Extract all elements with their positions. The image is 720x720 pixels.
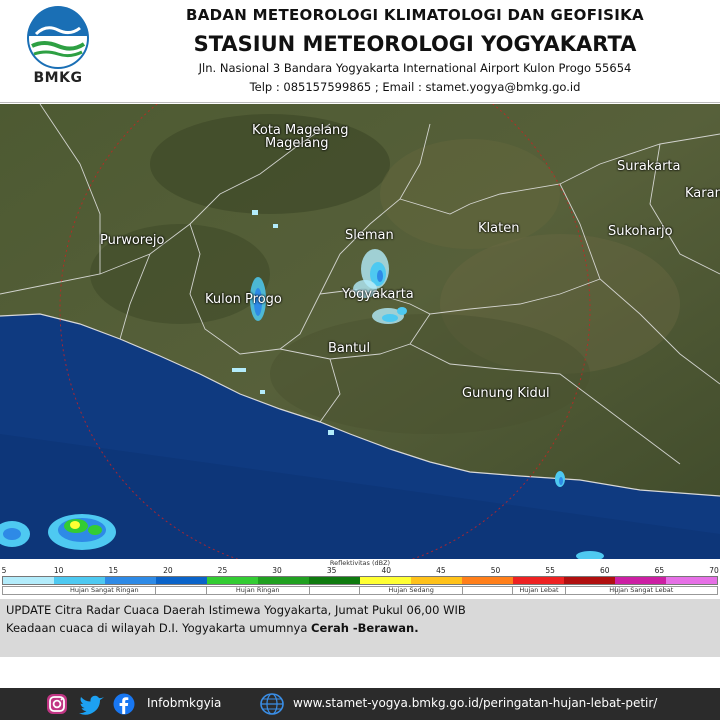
legend-tick-label: 35 — [326, 566, 337, 575]
place-label-kulon-progo: Kulon Progo — [205, 292, 282, 307]
weather-summary: Keadaan cuaca di wilayah D.I. Yogyakarta… — [6, 621, 419, 635]
weather-summary-text: Keadaan cuaca di wilayah D.I. Yogyakarta… — [6, 621, 312, 635]
legend-swatch — [309, 577, 360, 584]
legend-tick-label: 10 — [53, 566, 64, 575]
legend-swatch — [411, 577, 462, 584]
legend-tick-label: 15 — [108, 566, 118, 575]
satellite-basemap — [0, 104, 720, 559]
place-label-gunung-kidul: Gunung Kidul — [462, 386, 550, 401]
legend-swatch — [513, 577, 564, 584]
legend-swatch — [207, 577, 258, 584]
place-label-bantul: Bantul — [328, 341, 371, 356]
legend-tick-label: 25 — [217, 566, 228, 575]
bmkg-logo: BMKG — [22, 6, 94, 98]
footer: Infobmkgyia www.stamet-yogya.bmkg.go.id/… — [0, 688, 720, 720]
legend-tick-label: 50 — [490, 566, 501, 575]
legend-color-bar — [2, 576, 718, 585]
place-label-yogyakarta: Yogyakarta — [342, 287, 414, 302]
facebook-icon[interactable] — [113, 693, 135, 715]
social-handle[interactable]: Infobmkgyia — [147, 696, 221, 710]
legend-swatch — [615, 577, 666, 584]
legend-swatch — [105, 577, 156, 584]
update-title: UPDATE Citra Radar Cuaca Daerah Istimewa… — [6, 603, 466, 617]
header: BMKG BADAN METEOROLOGI KLIMATOLOGI DAN G… — [0, 0, 720, 103]
station-contact: Telp : 085157599865 ; Email : stamet.yog… — [249, 80, 581, 94]
website-link[interactable]: www.stamet-yogya.bmkg.go.id/peringatan-h… — [293, 696, 657, 710]
legend-categories: Hujan Sangat Ringan Hujan Ringan Hujan Sed… — [2, 586, 718, 596]
place-label-magelang: Magelang — [265, 136, 329, 151]
legend-tick-label: 65 — [654, 566, 665, 575]
place-label-sleman: Sleman — [345, 228, 394, 243]
legend-tick-label: 5 — [1, 566, 7, 575]
radar-map: Kota Magelang Magelang Surakarta Karanga… — [0, 104, 720, 559]
place-label-karanganyar: Karanganyar — [685, 186, 720, 201]
legend-tick-label: 20 — [163, 566, 173, 575]
info-box: UPDATE Citra Radar Cuaca Daerah Istimewa… — [0, 599, 720, 657]
instagram-icon[interactable] — [46, 693, 68, 715]
agency-name: BADAN METEOROLOGI KLIMATOLOGI DAN GEOFIS… — [186, 6, 644, 24]
legend-swatch — [258, 577, 309, 584]
twitter-icon[interactable] — [78, 693, 106, 715]
legend-swatch — [462, 577, 513, 584]
station-name: STASIUN METEOROLOGI YOGYAKARTA — [193, 32, 637, 56]
legend-swatch — [564, 577, 615, 584]
legend-tick-label: 30 — [272, 566, 282, 575]
place-label-surakarta: Surakarta — [617, 159, 681, 174]
legend-tick-label: 60 — [599, 566, 610, 575]
legend-swatch — [54, 577, 105, 584]
legend-category: Hujan Sangat Lebat — [564, 586, 718, 595]
legend-swatch — [156, 577, 207, 584]
legend-swatch — [360, 577, 411, 584]
place-label-sukoharjo: Sukoharjo — [608, 224, 673, 239]
globe-icon — [260, 693, 284, 715]
place-label-purworejo: Purworejo — [100, 233, 165, 248]
weather-condition: Cerah -Berawan. — [311, 621, 419, 635]
legend-tick-label: 70 — [709, 566, 719, 575]
reflectivity-legend: Reflektivitas (dBZ) 5 10 15 20 25 30 35 40 45 50 5… — [0, 559, 720, 599]
legend-swatch — [3, 577, 54, 584]
station-address: Jln. Nasional 3 Bandara Yogyakarta Inter… — [198, 61, 632, 75]
legend-tick-label: 40 — [381, 566, 392, 575]
logo-text: BMKG — [33, 70, 83, 86]
bmkg-logo-emblem-icon — [27, 6, 89, 69]
place-label-klaten: Klaten — [478, 221, 520, 236]
legend-ticks: 5 10 15 20 25 30 35 40 45 50 55 60 65 70 — [0, 566, 720, 576]
legend-swatch — [666, 577, 717, 584]
legend-tick-label: 45 — [436, 566, 446, 575]
legend-tick-label: 55 — [545, 566, 555, 575]
